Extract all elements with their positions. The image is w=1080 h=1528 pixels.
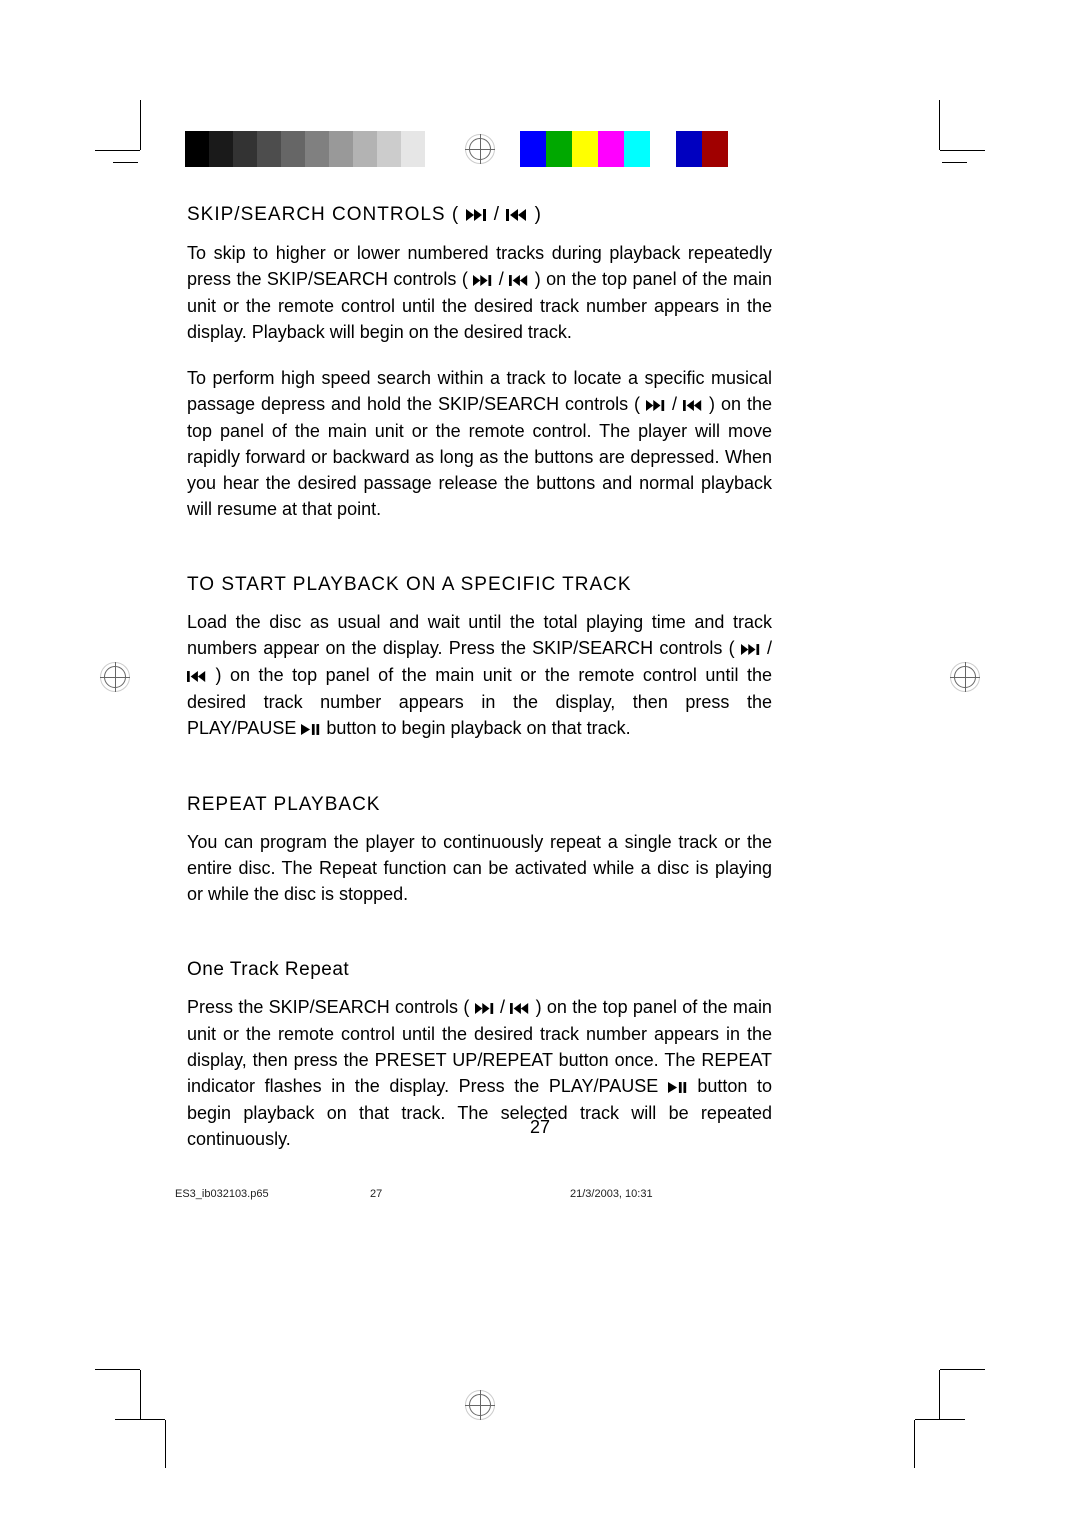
crop-mark: [942, 162, 967, 163]
crop-mark: [915, 1419, 965, 1420]
next-track-icon: [473, 267, 493, 293]
play-pause-icon: [668, 1074, 688, 1100]
calibration-swatch: [650, 131, 676, 167]
crop-mark: [939, 100, 940, 150]
calibration-swatch: [598, 131, 624, 167]
calibration-swatch: [520, 131, 546, 167]
crop-mark: [113, 162, 138, 163]
registration-target-icon: [465, 1390, 495, 1420]
registration-target-icon: [100, 662, 130, 692]
calibration-swatch: [233, 131, 257, 167]
body-paragraph: Load the disc as usual and wait until th…: [187, 609, 772, 742]
calibration-swatch: [305, 131, 329, 167]
crop-mark: [914, 1420, 915, 1468]
next-track-icon: [741, 636, 761, 662]
footer-date: 21/3/2003, 10:31: [570, 1188, 653, 1200]
crop-mark: [940, 1369, 985, 1370]
registration-target-icon: [465, 134, 495, 164]
calibration-swatch: [702, 131, 728, 167]
section-heading-skip-search: SKIP/SEARCH CONTROLS ( / ): [187, 204, 772, 227]
calibration-swatch: [624, 131, 650, 167]
heading-text: ): [535, 204, 542, 225]
calibration-swatch: [257, 131, 281, 167]
next-track-icon: [646, 392, 666, 418]
color-calibration-bar: [520, 131, 728, 167]
heading-text: SKIP/SEARCH CONTROLS (: [187, 204, 459, 225]
registration-target-icon: [950, 662, 980, 692]
prev-track-icon: [506, 205, 528, 227]
calibration-swatch: [572, 131, 598, 167]
grayscale-calibration-bar: [185, 131, 425, 167]
calibration-swatch: [401, 131, 425, 167]
footer-filename: ES3_ib032103.p65: [175, 1188, 269, 1200]
crop-mark: [115, 1419, 165, 1420]
crop-mark: [140, 1370, 141, 1420]
page-content: SKIP/SEARCH CONTROLS ( / ) To skip to hi…: [187, 204, 772, 1172]
body-paragraph: To skip to higher or lower numbered trac…: [187, 240, 772, 345]
calibration-swatch: [329, 131, 353, 167]
prev-track-icon: [683, 392, 703, 418]
body-paragraph: You can program the player to continuous…: [187, 829, 772, 907]
calibration-swatch: [377, 131, 401, 167]
play-pause-icon: [301, 716, 321, 742]
prev-track-icon: [187, 663, 207, 689]
crop-mark: [165, 1420, 166, 1468]
body-paragraph: To perform high speed search within a tr…: [187, 365, 772, 522]
crop-mark: [939, 1370, 940, 1420]
crop-mark: [95, 150, 140, 151]
prev-track-icon: [510, 995, 530, 1021]
crop-mark: [940, 150, 985, 151]
calibration-swatch: [676, 131, 702, 167]
page-number: 27: [0, 1117, 1080, 1138]
calibration-swatch: [209, 131, 233, 167]
section-heading-repeat: REPEAT PLAYBACK: [187, 794, 772, 816]
calibration-swatch: [185, 131, 209, 167]
prev-track-icon: [509, 267, 529, 293]
next-track-icon: [475, 995, 495, 1021]
section-heading-start-track: TO START PLAYBACK ON A SPECIFIC TRACK: [187, 574, 772, 596]
heading-text: /: [494, 204, 507, 225]
footer-page: 27: [370, 1188, 382, 1200]
crop-mark: [95, 1369, 140, 1370]
subsection-heading-one-track: One Track Repeat: [187, 959, 772, 981]
calibration-swatch: [281, 131, 305, 167]
calibration-swatch: [546, 131, 572, 167]
calibration-swatch: [353, 131, 377, 167]
crop-mark: [140, 100, 141, 150]
next-track-icon: [466, 205, 488, 227]
